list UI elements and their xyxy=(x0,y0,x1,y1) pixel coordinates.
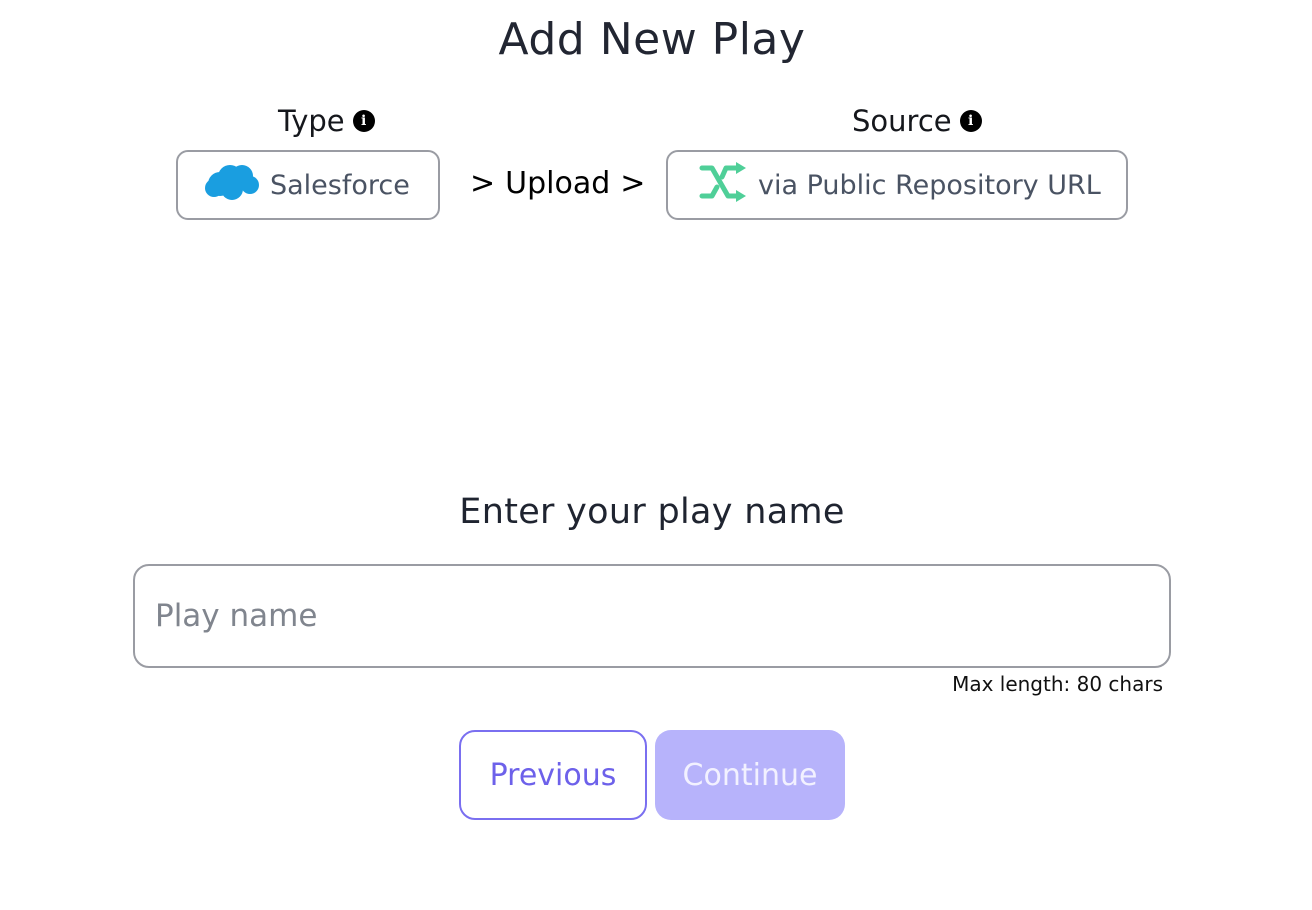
info-icon[interactable]: i xyxy=(959,110,982,132)
info-icon[interactable]: i xyxy=(352,110,375,132)
salesforce-cloud-icon xyxy=(204,162,260,209)
add-play-page: Add New Play Type i Source i Salesforce … xyxy=(0,0,1312,910)
type-label: Type i xyxy=(278,104,375,138)
play-name-prompt: Enter your play name xyxy=(459,492,845,532)
source-chip-label: via Public Repository URL xyxy=(758,169,1101,201)
source-label: Source i xyxy=(852,104,982,138)
source-chip-repository[interactable]: via Public Repository URL xyxy=(666,150,1128,220)
type-chip-label: Salesforce xyxy=(270,169,410,201)
type-label-text: Type xyxy=(278,104,345,138)
upload-step: > Upload > xyxy=(470,166,645,201)
play-name-input[interactable] xyxy=(133,564,1171,668)
separator: > xyxy=(620,166,646,201)
separator: > xyxy=(470,166,496,201)
source-label-text: Source xyxy=(852,104,952,138)
upload-step-label: Upload xyxy=(505,166,611,201)
max-length-hint: Max length: 80 chars xyxy=(952,672,1163,696)
type-chip-salesforce[interactable]: Salesforce xyxy=(176,150,440,220)
continue-button[interactable]: Continue xyxy=(655,730,845,820)
git-branch-merge-icon xyxy=(698,161,748,209)
page-title: Add New Play xyxy=(498,14,806,65)
previous-button[interactable]: Previous xyxy=(459,730,647,820)
